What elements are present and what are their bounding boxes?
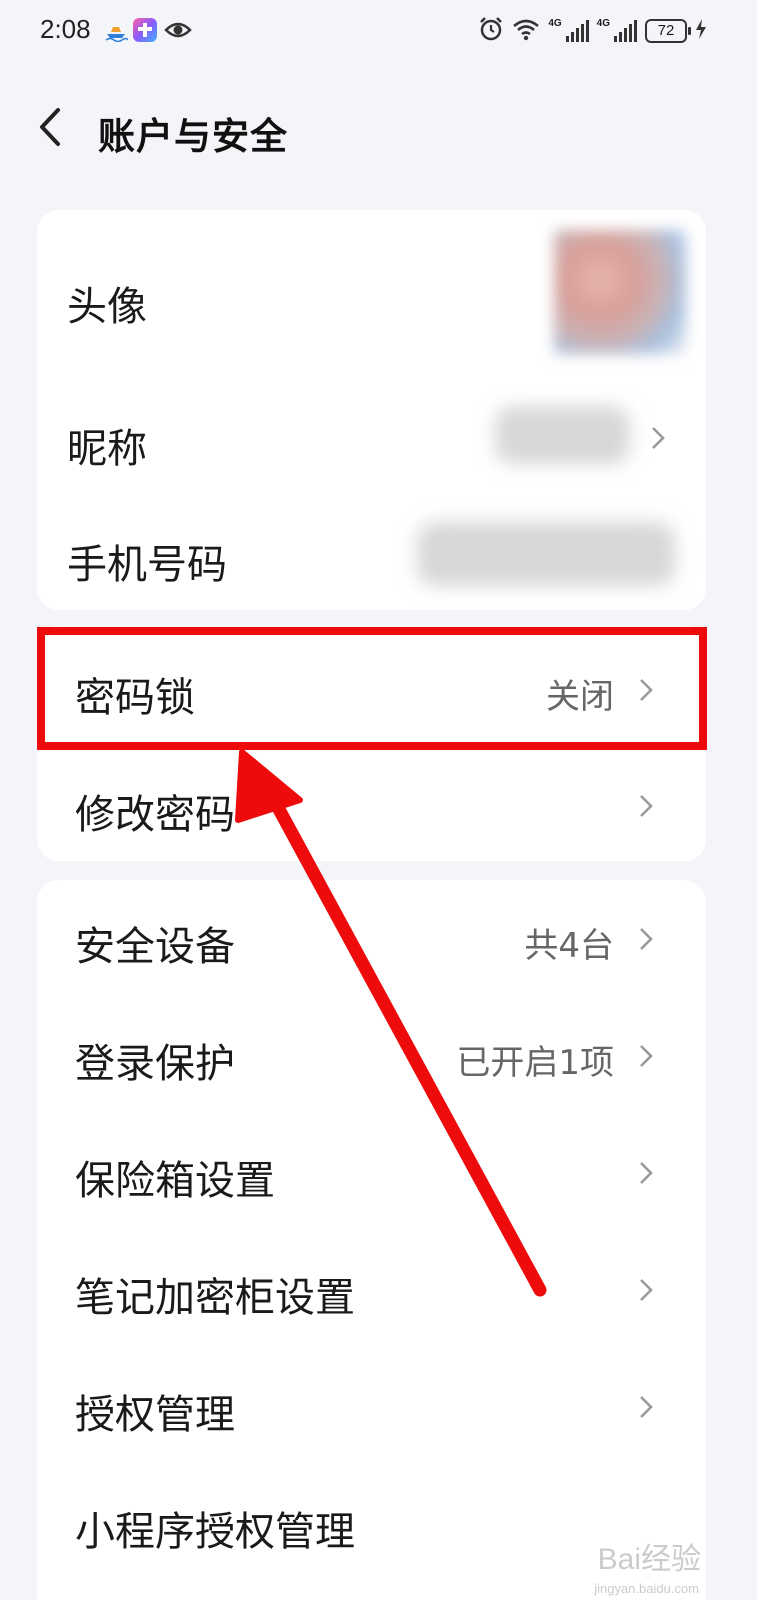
list-item-label: 登录保护 [75, 1041, 235, 1087]
phone-row[interactable]: 手机号码 [37, 500, 706, 610]
network-type-2: 4G [596, 17, 610, 29]
cross-app-icon [133, 18, 157, 42]
eye-icon [164, 18, 192, 42]
status-icons: 4G 4G 72 [478, 16, 707, 46]
list-item-notes-vault[interactable]: 笔记加密柜设置 [37, 1231, 706, 1348]
list-item-safe-settings[interactable]: 保险箱设置 [37, 1114, 706, 1231]
alarm-icon [478, 16, 504, 46]
profile-card: 头像 昵称 手机号码 [37, 210, 706, 610]
highlight-box [37, 627, 707, 750]
list-item-label: 笔记加密柜设置 [75, 1275, 355, 1321]
list-item-label: 小程序授权管理 [75, 1509, 355, 1555]
status-bar: 2:08 4G 4G 72 [0, 0, 757, 64]
chevron-right-icon [640, 1279, 653, 1301]
avatar[interactable] [554, 230, 686, 354]
chevron-right-icon [652, 427, 665, 449]
signal-icon-2 [614, 20, 637, 42]
list-item-authorization[interactable]: 授权管理 [37, 1348, 706, 1465]
list-item-value: 共4台 [524, 926, 614, 966]
change-password-row[interactable]: 修改密码 [37, 750, 706, 861]
status-time: 2:08 [40, 14, 91, 44]
chevron-right-icon [640, 1396, 653, 1418]
charging-icon [695, 18, 707, 44]
signal-icon-1 [565, 20, 589, 42]
change-password-label: 修改密码 [75, 792, 235, 838]
chevron-right-icon [640, 1045, 653, 1067]
nickname-label: 昵称 [67, 426, 147, 472]
boat-app-icon [104, 18, 129, 43]
avatar-label: 头像 [67, 284, 147, 330]
settings-card: 安全设备 共4台 登录保护 已开启1项 保险箱设置 笔记加密柜设置 授权管理 小… [37, 880, 706, 1600]
avatar-row[interactable]: 头像 [37, 210, 706, 380]
nickname-row[interactable]: 昵称 [37, 380, 706, 500]
list-item-label: 安全设备 [75, 924, 235, 970]
list-item-value: 已开启1项 [456, 1043, 614, 1083]
phone-value-blurred [417, 522, 675, 586]
list-item-label: 保险箱设置 [75, 1158, 275, 1204]
watermark-url: jingyan.baidu.com [594, 1581, 699, 1596]
chevron-right-icon [640, 1162, 653, 1184]
nickname-value-blurred [495, 406, 630, 464]
page-header: 账户与安全 [0, 90, 757, 170]
phone-label: 手机号码 [67, 542, 227, 588]
watermark: Bai经验 [597, 1543, 701, 1576]
list-item-login-protection[interactable]: 登录保护 已开启1项 [37, 997, 706, 1114]
network-type-1: 4G [548, 17, 562, 29]
back-button[interactable] [32, 102, 72, 152]
page-title: 账户与安全 [98, 115, 288, 158]
list-item-security-devices[interactable]: 安全设备 共4台 [37, 880, 706, 997]
chevron-right-icon [640, 795, 653, 817]
chevron-right-icon [640, 928, 653, 950]
battery-indicator: 72 [645, 19, 691, 43]
wifi-icon [512, 17, 540, 45]
list-item-label: 授权管理 [75, 1392, 235, 1438]
